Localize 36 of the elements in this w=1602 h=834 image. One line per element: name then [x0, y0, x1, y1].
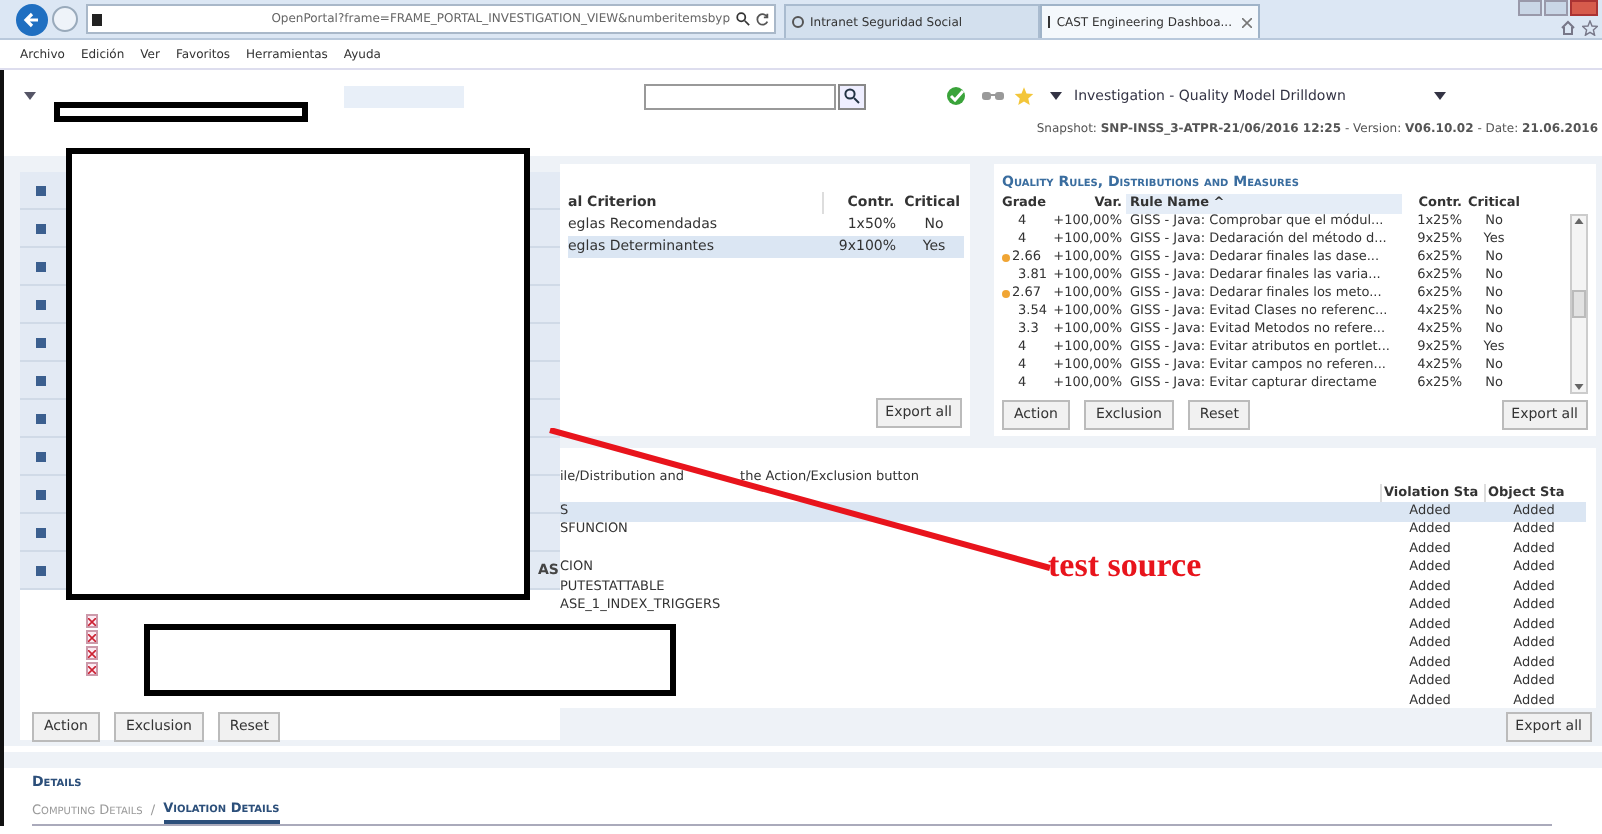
- search-icon[interactable]: [736, 12, 750, 26]
- bullet-icon: [36, 185, 46, 195]
- bullet-icon: [36, 337, 46, 347]
- bullet-icon: [36, 489, 46, 499]
- scroll-down-icon[interactable]: [1574, 383, 1584, 389]
- scrollbar[interactable]: [1570, 213, 1588, 393]
- search-button[interactable]: [838, 83, 866, 109]
- bullet-icon: [36, 223, 46, 233]
- close-tab-icon[interactable]: [1242, 17, 1252, 27]
- maximize-button[interactable]: [1544, 0, 1568, 16]
- view-dropdown-caret-icon[interactable]: [1434, 92, 1446, 100]
- minimize-button[interactable]: [1518, 0, 1542, 16]
- view-caret-icon[interactable]: [1050, 92, 1062, 100]
- dropdown-caret-icon[interactable]: [24, 92, 36, 100]
- forward-button[interactable]: [52, 6, 78, 32]
- refresh-icon[interactable]: [756, 12, 770, 26]
- bullet-icon: [36, 261, 46, 271]
- bullet-icon: [36, 413, 46, 423]
- back-arrow-icon: [22, 9, 42, 29]
- star-icon[interactable]: [1014, 86, 1034, 106]
- home-icon[interactable]: [1560, 20, 1576, 36]
- bullet-icon: [36, 299, 46, 309]
- glasses-icon[interactable]: [982, 90, 1004, 102]
- bullet-icon: [36, 565, 46, 575]
- bullet-icon: [36, 527, 46, 537]
- star-icon[interactable]: [1582, 20, 1598, 36]
- back-button[interactable]: [16, 3, 48, 35]
- scroll-thumb[interactable]: [1572, 289, 1586, 317]
- tab-favicon-icon: [792, 16, 804, 28]
- bullet-icon: [36, 375, 46, 385]
- check-icon[interactable]: [946, 86, 968, 106]
- annotation-text: test source: [1048, 544, 1202, 588]
- scroll-up-icon[interactable]: [1574, 217, 1584, 223]
- bullet-icon: [36, 451, 46, 461]
- search-field[interactable]: [644, 83, 836, 109]
- site-favicon-icon: [92, 13, 102, 25]
